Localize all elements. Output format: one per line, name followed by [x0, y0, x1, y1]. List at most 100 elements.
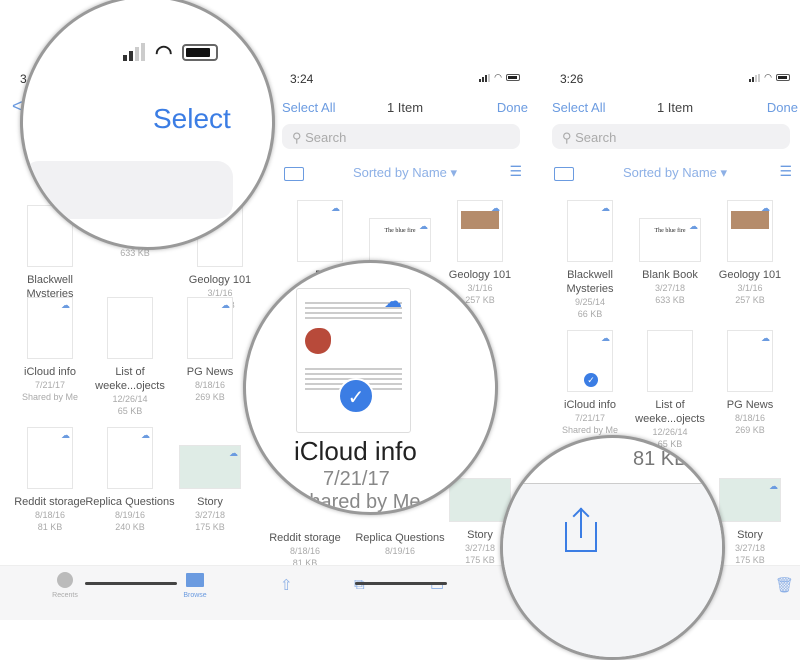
file-thumbnail: ☁	[107, 427, 153, 489]
file-date: 8/18/16	[289, 546, 321, 556]
file-size: 66 KB	[577, 309, 603, 319]
search-input[interactable]: ⚲ Search	[552, 124, 790, 149]
status-time: 3:24	[290, 72, 314, 86]
file-date: 12/26/14	[112, 394, 148, 404]
tab-label: Browse	[183, 592, 207, 599]
selection-count: 1 Item	[386, 100, 424, 115]
file-size: 269 KB	[195, 392, 225, 402]
status-bar: 3:24 ◠	[290, 72, 520, 86]
file-date: 8/18/16	[734, 413, 766, 423]
file-name: PG News	[186, 366, 234, 378]
file-date: 7/21/17	[34, 380, 66, 390]
file-item[interactable]: List of weeke...ojects 12/26/14 65 KB	[625, 330, 715, 450]
file-name: iCloud info	[294, 436, 417, 466]
file-name: Blank Book	[642, 269, 698, 281]
cloud-download-icon: ☁	[601, 333, 610, 343]
file-shared: Shared by Me	[561, 425, 619, 435]
file-thumbnail: ☁	[727, 200, 773, 262]
file-size: 633 KB	[655, 295, 685, 305]
file-size: 65 KB	[117, 406, 143, 416]
cloud-download-icon: ☁	[384, 291, 402, 311]
file-thumbnail: The blue fire ☁	[639, 218, 701, 262]
file-size: 81 KB	[633, 448, 688, 470]
file-name: Geology 101	[448, 269, 512, 281]
magnifier-select: ◠ Select	[20, 0, 275, 250]
file-item[interactable]: The blue fire ☁	[355, 200, 445, 262]
file-name: Reddit storage	[14, 496, 86, 508]
file-date: 8/19/16	[384, 546, 416, 556]
file-thumbnail	[107, 297, 153, 359]
file-item[interactable]: ☁ Replica Questions 8/19/16 240 KB	[85, 427, 175, 533]
cloud-download-icon: ☁	[61, 430, 70, 440]
file-name: iCloud info	[24, 366, 76, 378]
file-name: Story	[197, 496, 223, 508]
file-name: iCloud info	[564, 399, 616, 411]
file-size: 269 KB	[735, 425, 765, 435]
cloud-download-icon: ☁	[761, 333, 770, 343]
file-name: Replica Questions	[85, 496, 175, 508]
file-thumbnail: ☁	[727, 330, 773, 392]
file-item[interactable]: ☁ Reddit storage 8/18/16 81 KB	[5, 427, 95, 533]
cloud-download-icon: ☁	[491, 203, 500, 213]
tab-browse[interactable]: Browse	[165, 572, 225, 599]
search-input[interactable]: ⚲ Search	[282, 124, 520, 149]
wifi-icon: ◠	[764, 72, 772, 82]
file-name: PG News	[726, 399, 774, 411]
move-folder-icon[interactable]: ▭	[430, 576, 444, 594]
file-name: Geology 101	[718, 269, 782, 281]
file-date: 3/27/18	[194, 510, 226, 520]
battery-icon	[506, 74, 520, 81]
share-icon[interactable]: ⇧	[280, 576, 293, 594]
done-button[interactable]: Done	[767, 100, 798, 115]
file-size: 81 KB	[37, 522, 63, 532]
file-item[interactable]: ☁ Story 3/27/18 175 KB	[165, 427, 255, 533]
cloud-download-icon: ☁	[331, 203, 340, 213]
tab-recents[interactable]: Recents	[35, 572, 95, 599]
select-button[interactable]: Select	[153, 103, 231, 135]
file-thumbnail	[449, 478, 511, 522]
cloud-download-icon: ☁	[141, 430, 150, 440]
share-button[interactable]	[565, 507, 599, 552]
tab-label: Recents	[52, 592, 78, 599]
done-button[interactable]: Done	[497, 100, 528, 115]
file-thumbnail: The blue fire ☁	[369, 218, 431, 262]
search-field-magnified[interactable]	[23, 161, 233, 219]
tab-bar: Recents Browse	[0, 565, 270, 620]
file-thumbnail: ☁ ✓	[567, 330, 613, 392]
file-item[interactable]: ☁ Blackwell Mysteries 9/25/14 66 KB	[545, 200, 635, 320]
list-view-icon[interactable]: ☰	[509, 163, 522, 180]
file-item[interactable]: Reddit storage 8/18/16 81 KB	[270, 525, 350, 569]
file-item[interactable]: ☁ Geology 101 3/1/16 257 KB	[705, 200, 795, 306]
list-view-icon[interactable]: ☰	[779, 163, 792, 180]
file-item[interactable]: ☁ PG News 8/18/16 269 KB	[705, 330, 795, 436]
thumb-title: The blue fire	[384, 228, 416, 234]
file-item[interactable]: Replica Questions 8/19/16	[355, 525, 445, 557]
file-name: Geology 101	[188, 274, 252, 286]
file-thumbnail: ☁	[297, 200, 343, 262]
file-name: Replica Questions	[355, 532, 445, 544]
file-item-selected[interactable]: ☁ ✓ iCloud info 7/21/17 Shared by Me	[545, 330, 635, 436]
file-item[interactable]: List of weeke...ojects 12/26/14 65 KB	[85, 297, 175, 417]
file-size: 257 KB	[735, 295, 765, 305]
file-date: 12/26/14	[652, 427, 688, 437]
sort-dropdown[interactable]: Sorted by Name ▾	[282, 165, 528, 181]
file-thumbnail: ☁	[27, 427, 73, 489]
search-icon: ⚲	[562, 130, 576, 145]
wifi-icon: ◠	[155, 42, 173, 64]
file-item[interactable]: The blue fire ☁ Blank Book 3/27/18 633 KB	[625, 200, 715, 306]
battery-icon	[776, 74, 790, 81]
home-indicator	[85, 582, 177, 585]
file-date: 3/1/16	[737, 283, 763, 293]
cloud-download-icon: ☁	[769, 481, 778, 491]
file-size: 240 KB	[115, 522, 145, 532]
file-shared: Shared by Me	[296, 491, 421, 513]
trash-icon[interactable]: 🗑	[775, 576, 794, 594]
signal-icon	[749, 73, 761, 82]
chicken-image	[305, 328, 331, 354]
sort-dropdown[interactable]: Sorted by Name ▾	[552, 165, 798, 181]
file-date: 8/18/16	[34, 510, 66, 520]
file-item[interactable]: ☁ PG News 8/18/16 269 KB	[165, 297, 255, 403]
signal-icon	[123, 42, 145, 61]
checkmark-icon: ✓	[584, 373, 598, 387]
file-item[interactable]: ☁ iCloud info 7/21/17 Shared by Me	[5, 297, 95, 403]
